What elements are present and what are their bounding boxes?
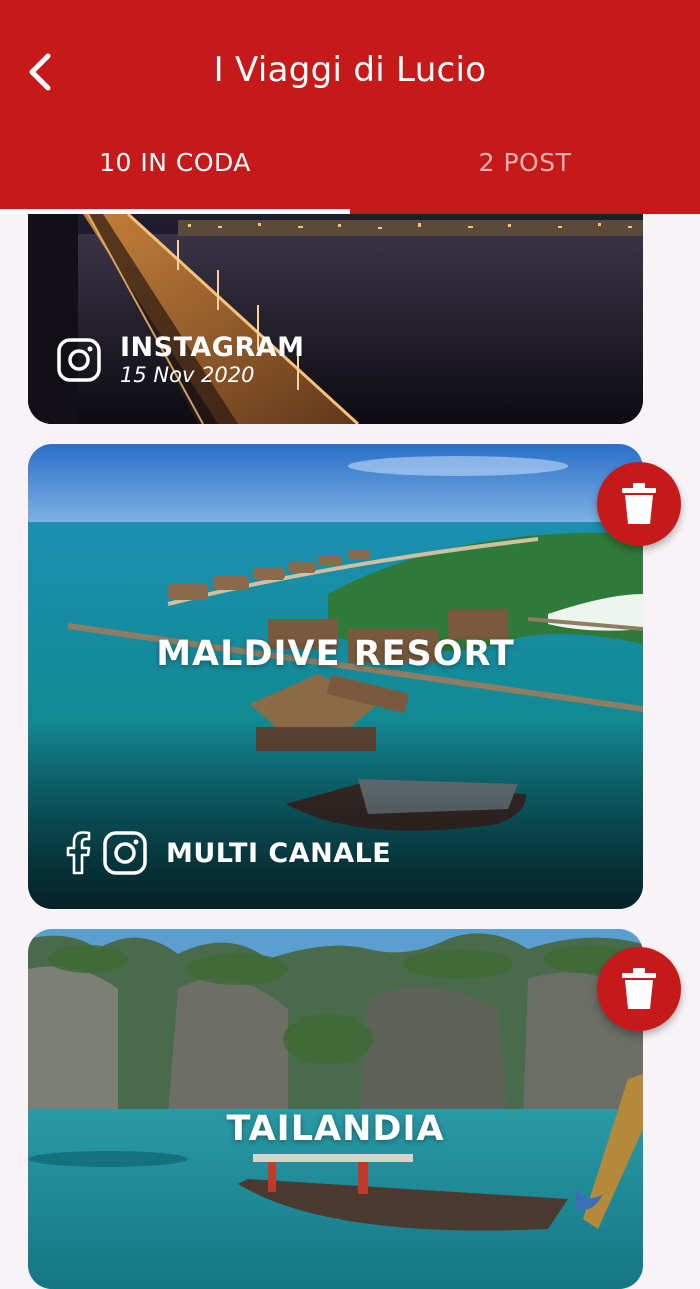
delete-button[interactable]: [597, 462, 681, 546]
trash-icon: [622, 968, 656, 1009]
facebook-icon: [66, 831, 91, 875]
app-bar: I Viaggi di Lucio 10 IN CODA 2 POST: [0, 0, 700, 214]
delete-button[interactable]: [597, 947, 681, 1031]
tab-indicator: [0, 209, 350, 214]
post-title: MALDIVE RESORT: [156, 634, 515, 674]
post-card[interactable]: MALDIVE RESORT MULTI CANALE: [28, 444, 643, 909]
post-title: TAILANDIA: [226, 1109, 445, 1149]
post-card[interactable]: TAILANDIA: [28, 929, 643, 1289]
instagram-icon: [57, 337, 101, 382]
tab-post[interactable]: 2 POST: [350, 148, 700, 188]
channel-label: MULTI CANALE: [166, 837, 392, 869]
tab-in-coda[interactable]: 10 IN CODA: [0, 148, 350, 188]
trash-icon: [622, 483, 656, 524]
channel-label: INSTAGRAM: [120, 332, 305, 363]
page-title: I Viaggi di Lucio: [213, 50, 487, 90]
channel-row: INSTAGRAM 15 Nov 2020: [56, 332, 305, 387]
post-date: 15 Nov 2020: [120, 363, 255, 387]
instagram-icon: [103, 831, 147, 875]
channel-row: MULTI CANALE: [64, 830, 391, 876]
